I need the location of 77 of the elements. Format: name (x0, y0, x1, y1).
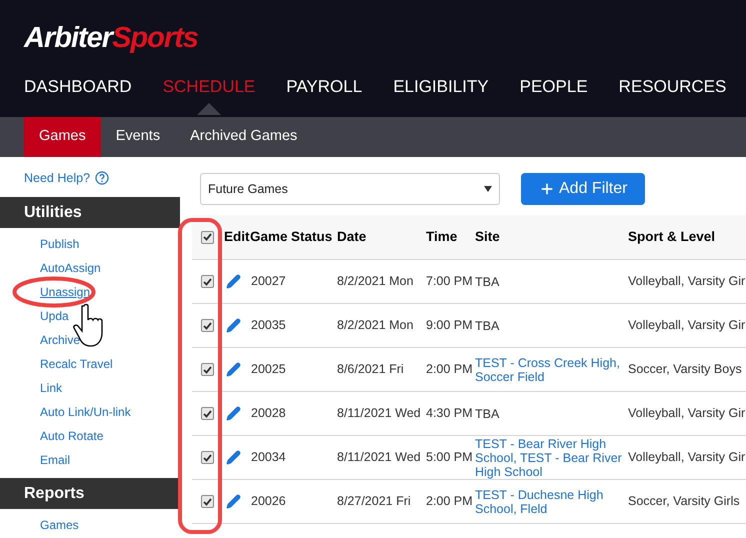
table-cell-text: TBA (475, 318, 500, 332)
table-cell: 9:00 PM (426, 318, 473, 332)
table-cell: 8/2/2021 Mon (337, 318, 414, 332)
table-cell: 8/27/2021 Fri (337, 494, 411, 508)
site-link[interactable]: TEST - Cross Creek High, Soccer Field (475, 356, 624, 384)
table-cell: 8/11/2021 Wed (337, 450, 421, 464)
table-cell: Volleyball, Varsity Girl (628, 318, 746, 332)
checkbox[interactable] (201, 363, 214, 376)
nav-tab[interactable]: SCHEDULE (162, 70, 256, 104)
help-icon[interactable] (95, 171, 110, 185)
table-cell-text: TBA (475, 274, 500, 288)
table-cell: 20026 (251, 494, 286, 508)
table-cell: 7:00 PM (426, 274, 473, 288)
table-cell: Volleyball, Varsity Girl (628, 406, 746, 420)
table-cell: Soccer, Varsity Boys (628, 362, 742, 376)
column-header: Sport & Level (628, 228, 716, 246)
table-cell: 2:00 PM (426, 494, 473, 508)
table-cell: 8/2/2021 Mon (337, 274, 414, 288)
edit-icon[interactable] (226, 274, 241, 289)
add-filter-button[interactable]: Add Filter (521, 173, 646, 205)
table-cell: 20025 (251, 362, 286, 376)
checkbox[interactable] (201, 495, 214, 508)
edit-icon[interactable] (226, 450, 241, 465)
sidebar-link[interactable]: Link (40, 376, 62, 400)
table-cell: 20028 (251, 406, 286, 420)
column-header: Game (250, 228, 289, 246)
nav-tab[interactable]: ELIGIBILITY (393, 70, 489, 104)
table-cell: 20027 (251, 274, 286, 288)
column-header: Time (426, 228, 458, 246)
checkbox[interactable] (201, 451, 214, 464)
edit-icon[interactable] (226, 362, 241, 377)
table-cell: 5:00 PM (426, 450, 473, 464)
table-cell-text: TBA (475, 406, 500, 420)
table-cell: 8/6/2021 Fri (337, 362, 404, 376)
sub-tab[interactable]: Events (100, 117, 176, 157)
table-cell: 20035 (251, 318, 286, 332)
checkbox[interactable] (201, 275, 214, 288)
column-header: Date (337, 228, 368, 246)
sidebar-link[interactable]: Upda (40, 304, 69, 328)
checkbox[interactable] (201, 407, 214, 420)
section-header: Utilities (0, 197, 180, 228)
checkbox[interactable] (201, 319, 214, 332)
help-link[interactable]: Need Help? (24, 168, 90, 188)
edit-icon[interactable] (226, 406, 241, 421)
dropdown-arrow-icon (484, 186, 492, 192)
column-header: Status (291, 228, 334, 246)
site-link[interactable]: TEST - Bear River High School, TEST - Bear River High School (475, 436, 624, 478)
nav-tab[interactable]: RESOURCES (618, 70, 726, 104)
sidebar-link[interactable]: Auto Link/Un-link (40, 400, 131, 424)
sidebar-link[interactable]: Games (40, 513, 79, 537)
column-header: Edit (223, 228, 250, 246)
nav-tab[interactable]: DASHBOARD (24, 70, 132, 104)
site-link[interactable]: TEST - Duchesne High School, Fleld (475, 488, 624, 516)
sidebar-link[interactable]: Publish (40, 232, 80, 256)
filter-select[interactable]: Future Games (200, 173, 500, 205)
plus-icon (539, 181, 555, 197)
table-cell: 4:30 PM (426, 406, 473, 420)
edit-icon[interactable] (226, 318, 241, 333)
sub-tab[interactable]: Archived Games (175, 117, 312, 157)
table-cell: 2:00 PM (426, 362, 473, 376)
sidebar-link[interactable]: Email (40, 448, 70, 472)
table-cell: 8/11/2021 Wed (337, 406, 421, 420)
table-cell: Volleyball, Varsity Girl (628, 274, 746, 288)
sidebar-link[interactable]: Recalc Travel (40, 352, 113, 376)
table-cell: Volleyball, Varsity Girl (628, 450, 746, 464)
section-header: Reports (0, 478, 180, 509)
checkbox[interactable] (201, 230, 214, 244)
logo[interactable]: ArbiterSports (24, 20, 198, 58)
column-header: Site (475, 228, 501, 246)
sub-tab[interactable]: Games (24, 117, 101, 157)
table-cell: Soccer, Varsity Girls (628, 494, 740, 508)
sidebar-link[interactable]: Auto Rotate (40, 424, 104, 448)
edit-icon[interactable] (226, 494, 241, 509)
sidebar-link[interactable]: AutoAssign (40, 256, 101, 280)
nav-tab[interactable]: PAYROLL (286, 70, 362, 104)
table-cell: 20034 (251, 450, 286, 464)
nav-tab[interactable]: PEOPLE (520, 70, 588, 104)
